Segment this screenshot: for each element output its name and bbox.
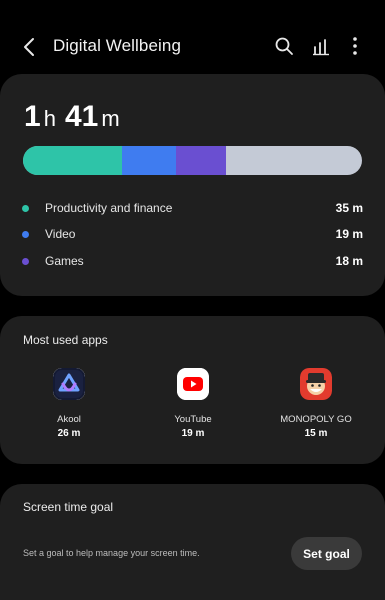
more-options-button[interactable]: [343, 34, 367, 58]
legend-row-productivity: Productivity and finance 35 m: [22, 198, 363, 218]
stats-button[interactable]: [309, 34, 333, 58]
akool-app-icon: [53, 368, 85, 400]
app-item-akool[interactable]: Akool 26 m: [14, 368, 124, 439]
search-button[interactable]: [272, 34, 296, 58]
back-button[interactable]: [16, 34, 42, 60]
legend-dot-games: [22, 257, 29, 265]
usage-breakdown-bar: [23, 146, 362, 175]
total-screen-time: 1 h 41 m: [24, 100, 120, 134]
app-name: MONOPOLY GO: [280, 414, 352, 425]
legend-label: Productivity and finance: [45, 201, 173, 215]
legend-label: Games: [45, 254, 84, 268]
screen-time-goal-description: Set a goal to help manage your screen ti…: [23, 548, 200, 558]
legend-value: 35 m: [335, 201, 363, 215]
minutes-unit: m: [101, 106, 120, 131]
app-time: 26 m: [57, 428, 81, 439]
usage-segment-games: [175, 146, 227, 175]
back-arrow-icon: [24, 38, 34, 56]
app-item-youtube[interactable]: YouTube 19 m: [138, 368, 248, 439]
monopoly-go-app-icon: [300, 368, 332, 400]
stats-icon: [313, 39, 329, 56]
usage-segment-productivity: [23, 146, 122, 175]
app-name: YouTube: [174, 414, 212, 425]
minutes-value: 41: [64, 100, 99, 133]
set-goal-button[interactable]: Set goal: [291, 537, 362, 570]
screen-time-goal-title: Screen time goal: [23, 500, 114, 514]
hours-value: 1: [24, 100, 41, 133]
hours-unit: h: [43, 106, 56, 131]
app-time: 15 m: [304, 428, 328, 439]
legend-value: 19 m: [335, 227, 363, 241]
legend-value: 18 m: [335, 254, 363, 268]
legend-label: Video: [45, 227, 76, 241]
legend-row-games: Games 18 m: [22, 251, 363, 271]
app-name: Akool: [57, 414, 81, 425]
search-icon: [275, 37, 293, 55]
app-time: 19 m: [181, 428, 205, 439]
legend-row-video: Video 19 m: [22, 224, 363, 244]
page-title: Digital Wellbeing: [53, 36, 182, 55]
legend-dot-productivity: [22, 204, 29, 212]
youtube-app-icon: [177, 368, 209, 400]
app-item-monopoly-go[interactable]: MONOPOLY GO 15 m: [261, 368, 371, 439]
more-options-icon: [353, 37, 357, 55]
most-used-apps-title: Most used apps: [23, 333, 108, 347]
usage-segment-video: [121, 146, 176, 175]
legend-dot-video: [22, 230, 29, 238]
